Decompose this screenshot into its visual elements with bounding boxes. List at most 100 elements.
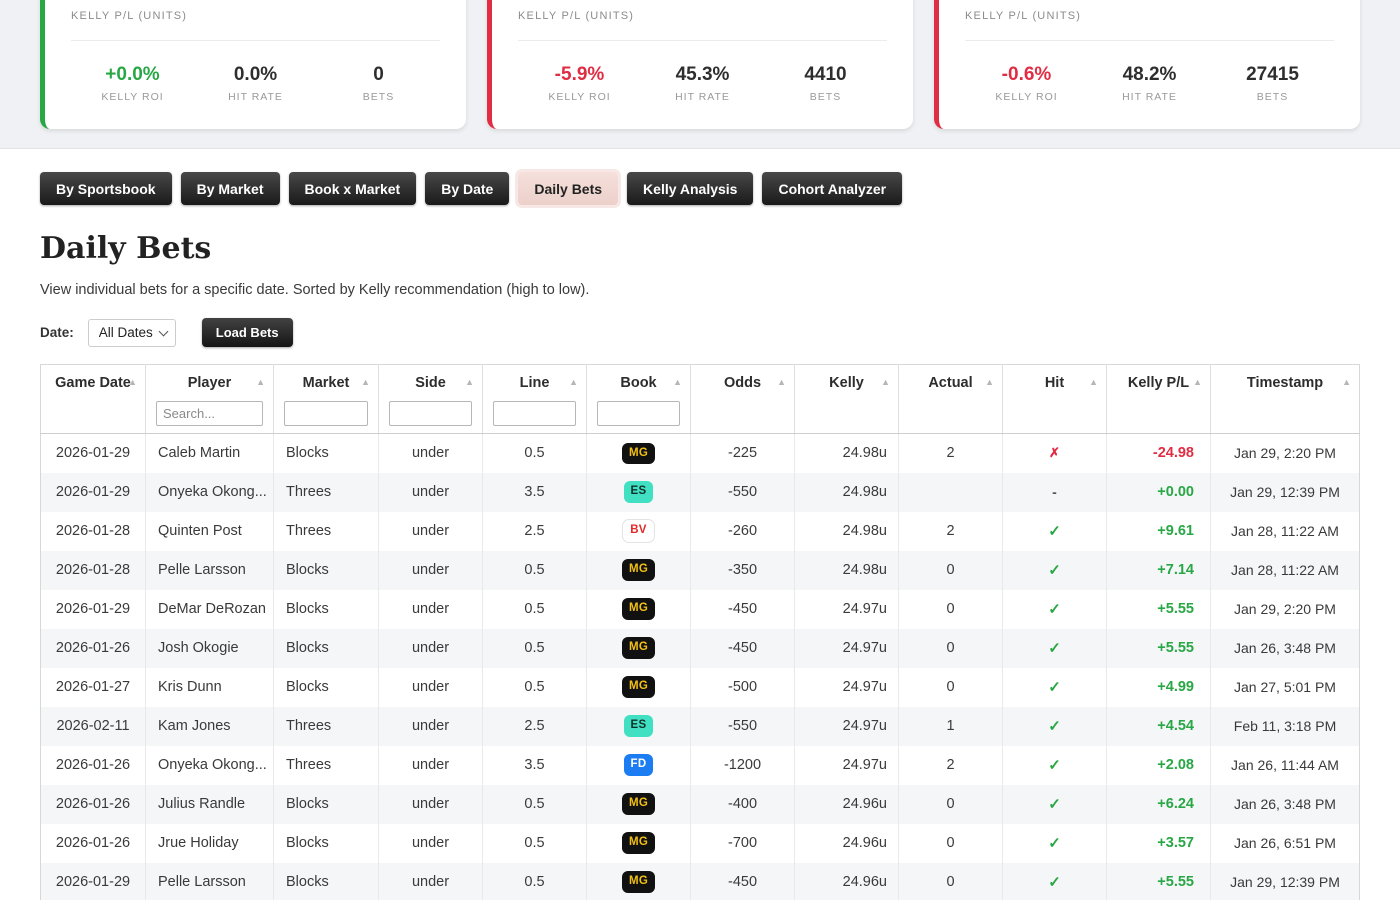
cell-kelly: 24.97u — [795, 590, 899, 629]
tab-kelly-analysis[interactable]: Kelly Analysis — [627, 172, 753, 205]
tab-daily-bets[interactable]: Daily Bets — [518, 172, 618, 205]
stat-value: 48.2% — [1088, 65, 1211, 85]
cell-side: under — [379, 434, 483, 473]
cell-market: Blocks — [274, 629, 379, 668]
sort-asc-icon[interactable]: ▲ — [1089, 378, 1098, 387]
book-badge: MG — [622, 559, 655, 581]
cell-game-date: 2026-01-29 — [41, 473, 146, 512]
cell-book: ES — [587, 473, 691, 512]
column-filter-input[interactable] — [156, 401, 263, 426]
column-header-hit[interactable]: Hit ▲ — [1003, 365, 1107, 434]
cell-timestamp: Jan 28, 11:22 AM — [1211, 551, 1360, 590]
cell-kelly: 24.98u — [795, 551, 899, 590]
hit-win-icon: ✓ — [1048, 640, 1061, 657]
column-header-label: Actual ▲ — [904, 373, 997, 393]
cell-odds: -1200 — [691, 746, 795, 785]
book-badge: FD — [624, 754, 654, 776]
cell-player: Josh Okogie — [146, 629, 274, 668]
page-title: Daily Bets — [40, 231, 1360, 266]
column-header-label: Market ▲ — [279, 373, 373, 393]
cell-hit: ✓ — [1003, 512, 1107, 551]
stat-value: -0.6% — [965, 65, 1088, 85]
cell-hit: - — [1003, 473, 1107, 512]
cell-line: 0.5 — [483, 863, 587, 900]
cell-side: under — [379, 512, 483, 551]
tab-by-market[interactable]: By Market — [181, 172, 280, 205]
cell-timestamp: Jan 29, 2:20 PM — [1211, 590, 1360, 629]
column-header-label: Odds ▲ — [696, 373, 789, 393]
card-stats: -5.9% KELLY ROI 45.3% HIT RATE 4410 BETS — [518, 65, 887, 103]
column-header-actual[interactable]: Actual ▲ — [899, 365, 1003, 434]
column-filter-input[interactable] — [493, 401, 576, 426]
table-body: 2026-01-29 Caleb Martin Blocks under 0.5… — [41, 434, 1360, 900]
column-header-side[interactable]: Side ▲ — [379, 365, 483, 434]
cell-kelly-pl: +5.55 — [1107, 629, 1211, 668]
column-filter-input[interactable] — [389, 401, 472, 426]
sort-asc-icon[interactable]: ▲ — [465, 378, 474, 387]
cell-odds: -550 — [691, 707, 795, 746]
column-header-odds[interactable]: Odds ▲ — [691, 365, 795, 434]
tab-cohort-analyzer[interactable]: Cohort Analyzer — [762, 172, 902, 205]
column-filter-input[interactable] — [597, 401, 680, 426]
cell-timestamp: Feb 11, 3:18 PM — [1211, 707, 1360, 746]
cell-hit: ✓ — [1003, 590, 1107, 629]
daily-bets-table: Game Date ▲ Player ▲ Market ▲ Side ▲ Lin… — [40, 364, 1360, 900]
column-filter-input[interactable] — [284, 401, 368, 426]
column-header-market[interactable]: Market ▲ — [274, 365, 379, 434]
kelly-pl-value: 0.00 — [71, 0, 440, 8]
sort-asc-icon[interactable]: ▲ — [1342, 378, 1351, 387]
cell-timestamp: Jan 28, 11:22 AM — [1211, 512, 1360, 551]
bet-row: 2026-01-28 Quinten Post Threes under 2.5… — [41, 512, 1360, 551]
hit-win-icon: ✓ — [1048, 562, 1061, 579]
card-stat: 45.3% HIT RATE — [641, 65, 764, 103]
date-select[interactable]: All Dates — [88, 319, 176, 347]
hit-win-icon: ✓ — [1048, 679, 1061, 696]
hit-push-icon: - — [1052, 484, 1057, 500]
card-stat: 48.2% HIT RATE — [1088, 65, 1211, 103]
column-header-timestamp[interactable]: Timestamp ▲ — [1211, 365, 1360, 434]
cell-side: under — [379, 707, 483, 746]
cell-timestamp: Jan 26, 6:51 PM — [1211, 824, 1360, 863]
cell-market: Blocks — [274, 551, 379, 590]
cell-kelly: 24.97u — [795, 707, 899, 746]
hit-loss-icon: ✗ — [1049, 445, 1060, 460]
hit-win-icon: ✓ — [1048, 757, 1061, 774]
kelly-pl-label: KELLY P/L (UNITS) — [71, 10, 440, 22]
bet-row: 2026-01-29 Pelle Larsson Blocks under 0.… — [41, 863, 1360, 900]
tab-by-date[interactable]: By Date — [425, 172, 509, 205]
cell-game-date: 2026-01-28 — [41, 551, 146, 590]
cell-hit: ✓ — [1003, 551, 1107, 590]
sort-asc-icon[interactable]: ▲ — [1193, 378, 1202, 387]
card-stats: -0.6% KELLY ROI 48.2% HIT RATE 27415 BET… — [965, 65, 1334, 103]
card-stat: +0.0% KELLY ROI — [71, 65, 194, 103]
sort-asc-icon[interactable]: ▲ — [673, 378, 682, 387]
cell-line: 0.5 — [483, 434, 587, 473]
cell-hit: ✓ — [1003, 863, 1107, 900]
column-header-game-date[interactable]: Game Date ▲ — [41, 365, 146, 434]
cell-actual: 0 — [899, 629, 1003, 668]
sort-asc-icon[interactable]: ▲ — [881, 378, 890, 387]
load-bets-button[interactable]: Load Bets — [202, 318, 293, 347]
sort-asc-icon[interactable]: ▲ — [128, 378, 137, 387]
sort-asc-icon[interactable]: ▲ — [569, 378, 578, 387]
card-stat: -0.6% KELLY ROI — [965, 65, 1088, 103]
sort-asc-icon[interactable]: ▲ — [361, 378, 370, 387]
card-stats: +0.0% KELLY ROI 0.0% HIT RATE 0 BETS — [71, 65, 440, 103]
column-header-line[interactable]: Line ▲ — [483, 365, 587, 434]
cell-line: 2.5 — [483, 707, 587, 746]
hit-win-icon: ✓ — [1048, 796, 1061, 813]
column-header-player[interactable]: Player ▲ — [146, 365, 274, 434]
column-header-book[interactable]: Book ▲ — [587, 365, 691, 434]
column-header-kelly[interactable]: Kelly ▲ — [795, 365, 899, 434]
cell-actual: 0 — [899, 668, 1003, 707]
hit-win-icon: ✓ — [1048, 835, 1061, 852]
sort-asc-icon[interactable]: ▲ — [256, 378, 265, 387]
stat-label: KELLY ROI — [965, 91, 1088, 103]
column-header-kelly-p-l[interactable]: Kelly P/L ▲ — [1107, 365, 1211, 434]
summary-cards-row: 0.00 KELLY P/L (UNITS) +0.0% KELLY ROI 0… — [40, 0, 1360, 129]
bet-row: 2026-01-26 Jrue Holiday Blocks under 0.5… — [41, 824, 1360, 863]
tab-by-sportsbook[interactable]: By Sportsbook — [40, 172, 172, 205]
sort-asc-icon[interactable]: ▲ — [777, 378, 786, 387]
tab-book-x-market[interactable]: Book x Market — [289, 172, 417, 205]
sort-asc-icon[interactable]: ▲ — [985, 378, 994, 387]
